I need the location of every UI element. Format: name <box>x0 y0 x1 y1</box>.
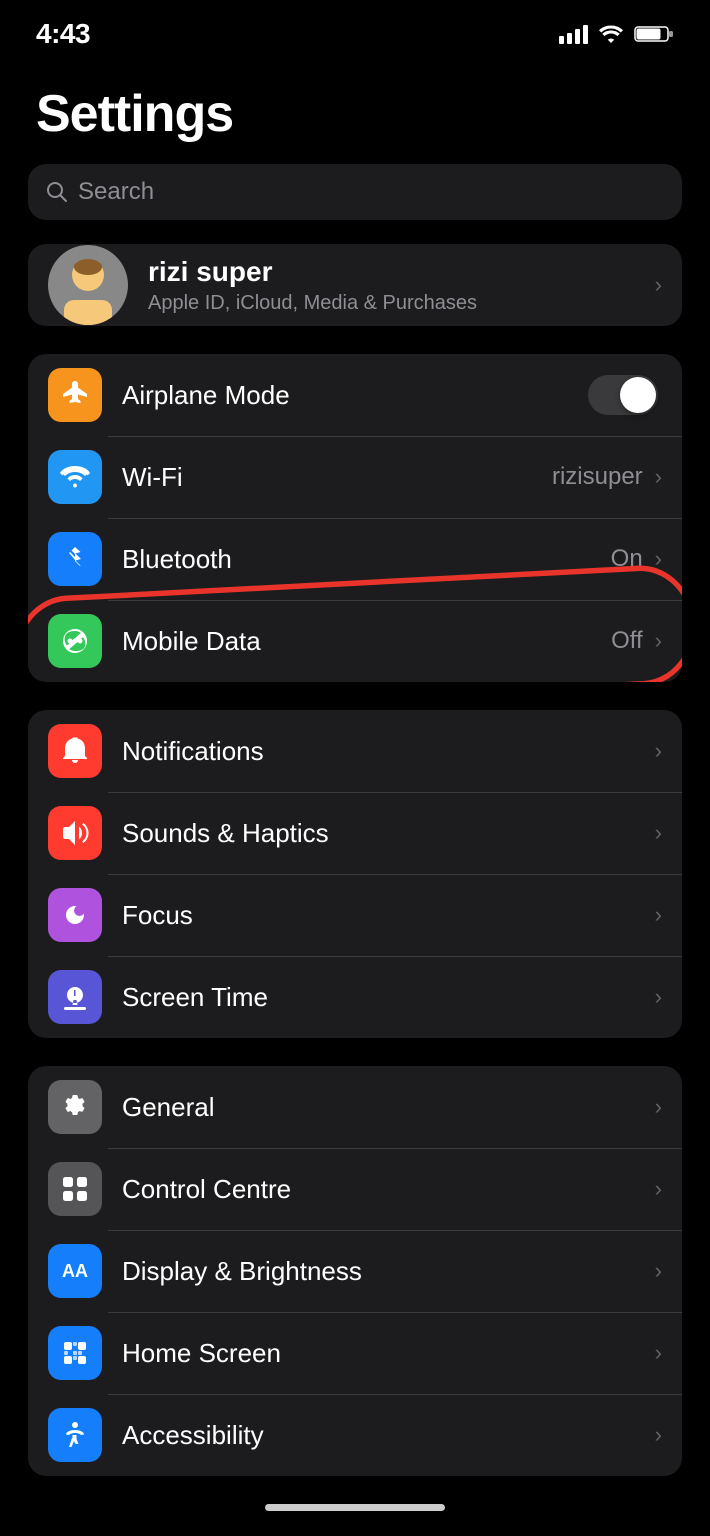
accessibility-icon <box>48 1408 102 1462</box>
sounds-svg <box>61 819 89 847</box>
home-indicator <box>0 1504 710 1531</box>
settings-item-airplane-mode[interactable]: Airplane Mode <box>28 354 682 436</box>
accessibility-chevron-icon: › <box>655 1422 662 1448</box>
bluetooth-chevron-icon: › <box>655 546 662 572</box>
settings-item-mobile-data[interactable]: Mobile Data Off › <box>28 600 682 682</box>
settings-item-accessibility[interactable]: Accessibility › <box>28 1394 682 1476</box>
display-label: Display & Brightness <box>122 1256 653 1287</box>
mobile-data-icon <box>48 614 102 668</box>
focus-chevron-icon: › <box>655 902 662 928</box>
control-centre-label: Control Centre <box>122 1174 653 1205</box>
mobile-data-label: Mobile Data <box>122 626 611 657</box>
wifi-chevron-icon: › <box>655 464 662 490</box>
notifications-label: Notifications <box>122 736 653 767</box>
profile-info: rizi super Apple ID, iCloud, Media & Pur… <box>148 256 633 315</box>
wifi-svg <box>60 465 90 489</box>
general-label: General <box>122 1092 653 1123</box>
bluetooth-value: On <box>611 545 643 573</box>
avatar-image <box>48 245 128 325</box>
home-screen-svg <box>61 1339 89 1367</box>
airplane-mode-label: Airplane Mode <box>122 380 588 411</box>
control-centre-icon <box>48 1162 102 1216</box>
screen-time-svg <box>62 983 88 1011</box>
accessibility-svg <box>61 1421 89 1449</box>
wifi-value: rizisuper <box>552 463 643 491</box>
notifications-chevron-icon: › <box>655 738 662 764</box>
notifications-group: Notifications › Sounds & Haptics › Focus… <box>28 710 682 1038</box>
status-time: 4:43 <box>36 18 90 50</box>
general-svg <box>61 1093 89 1121</box>
search-placeholder: Search <box>78 178 154 206</box>
general-group: General › Control Centre › AA Display & … <box>28 1066 682 1476</box>
home-screen-chevron-icon: › <box>655 1340 662 1366</box>
settings-item-wifi[interactable]: Wi-Fi rizisuper › <box>28 436 682 518</box>
mobile-data-value: Off <box>611 627 643 655</box>
home-screen-label: Home Screen <box>122 1338 653 1369</box>
bluetooth-svg <box>65 544 85 574</box>
settings-item-notifications[interactable]: Notifications › <box>28 710 682 792</box>
control-centre-svg <box>61 1175 89 1203</box>
profile-chevron-icon: › <box>655 272 662 298</box>
battery-status-icon <box>634 24 674 44</box>
profile-name: rizi super <box>148 256 633 288</box>
signal-bars-icon <box>559 24 588 44</box>
settings-item-general[interactable]: General › <box>28 1066 682 1148</box>
status-icons <box>559 24 674 44</box>
settings-item-sounds[interactable]: Sounds & Haptics › <box>28 792 682 874</box>
wifi-label: Wi-Fi <box>122 462 552 493</box>
profile-subtitle: Apple ID, iCloud, Media & Purchases <box>148 292 633 315</box>
settings-item-display[interactable]: AA Display & Brightness › <box>28 1230 682 1312</box>
general-icon <box>48 1080 102 1134</box>
settings-item-control-centre[interactable]: Control Centre › <box>28 1148 682 1230</box>
bluetooth-label: Bluetooth <box>122 544 611 575</box>
focus-label: Focus <box>122 900 653 931</box>
page-title: Settings <box>0 60 710 164</box>
settings-item-bluetooth[interactable]: Bluetooth On › <box>28 518 682 600</box>
avatar <box>48 245 128 325</box>
mobile-data-chevron-icon: › <box>655 628 662 654</box>
home-screen-icon <box>48 1326 102 1380</box>
airplane-mode-icon <box>48 368 102 422</box>
mobile-data-svg <box>61 627 89 655</box>
bluetooth-icon <box>48 532 102 586</box>
focus-svg <box>63 903 87 927</box>
settings-item-home-screen[interactable]: Home Screen › <box>28 1312 682 1394</box>
notifications-icon <box>48 724 102 778</box>
focus-icon <box>48 888 102 942</box>
notifications-svg <box>61 737 89 765</box>
toggle-thumb <box>620 377 656 413</box>
accessibility-label: Accessibility <box>122 1420 653 1451</box>
wifi-status-icon <box>598 24 624 44</box>
status-bar: 4:43 <box>0 0 710 60</box>
general-chevron-icon: › <box>655 1094 662 1120</box>
screen-time-label: Screen Time <box>122 982 653 1013</box>
settings-item-focus[interactable]: Focus › <box>28 874 682 956</box>
sounds-icon <box>48 806 102 860</box>
sounds-chevron-icon: › <box>655 820 662 846</box>
airplane-mode-toggle[interactable] <box>588 375 658 415</box>
display-icon: AA <box>48 1244 102 1298</box>
control-centre-chevron-icon: › <box>655 1176 662 1202</box>
search-bar[interactable]: Search <box>28 164 682 220</box>
home-bar <box>265 1504 445 1511</box>
wifi-icon <box>48 450 102 504</box>
settings-item-screen-time[interactable]: Screen Time › <box>28 956 682 1038</box>
display-chevron-icon: › <box>655 1258 662 1284</box>
screen-time-chevron-icon: › <box>655 984 662 1010</box>
profile-group: rizi super Apple ID, iCloud, Media & Pur… <box>28 244 682 326</box>
screen-time-icon <box>48 970 102 1024</box>
connectivity-group: Airplane Mode Wi-Fi rizisuper › Bluetoot… <box>28 354 682 682</box>
airplane-svg <box>60 380 90 410</box>
sounds-label: Sounds & Haptics <box>122 818 653 849</box>
search-icon <box>46 181 68 203</box>
profile-item[interactable]: rizi super Apple ID, iCloud, Media & Pur… <box>28 244 682 326</box>
